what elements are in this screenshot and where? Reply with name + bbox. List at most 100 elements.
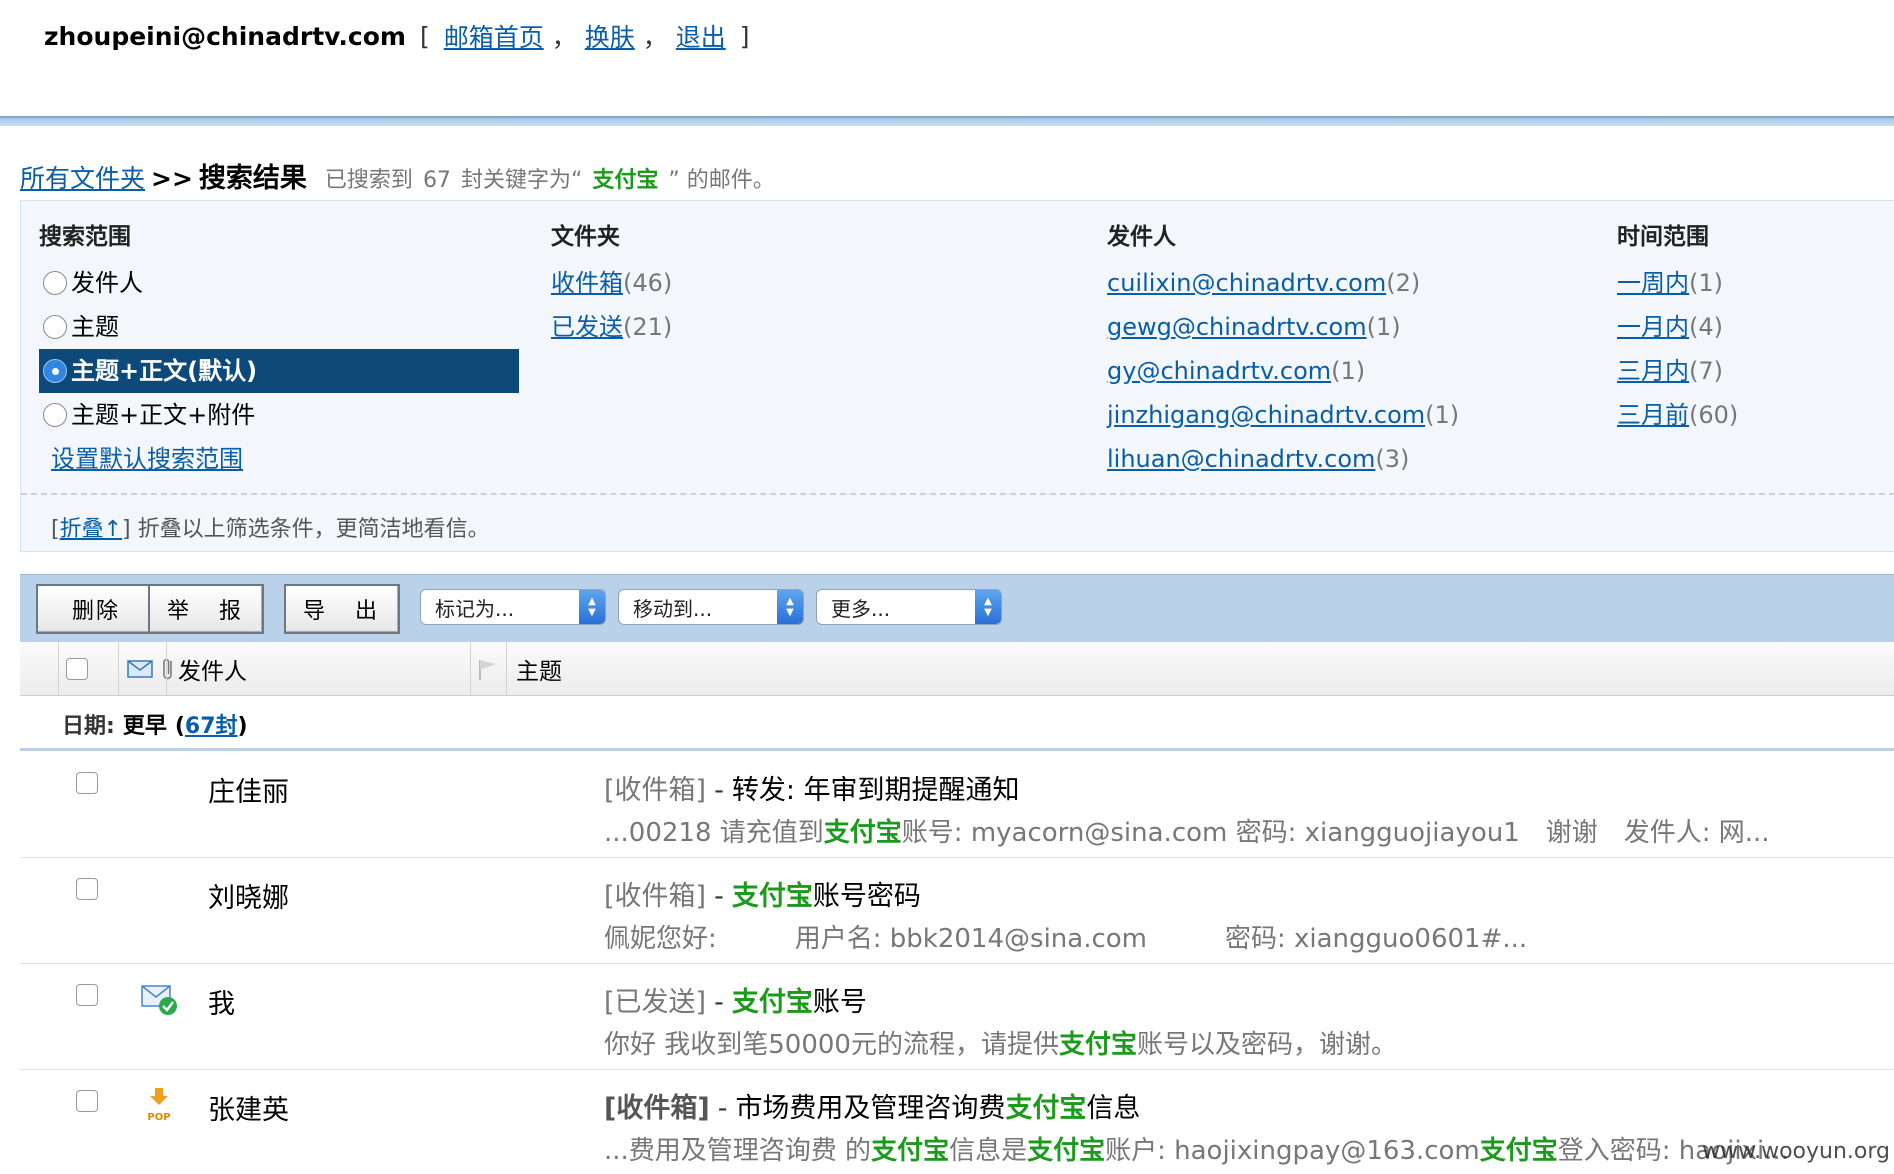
group-count-link[interactable]: 67封 (185, 714, 238, 739)
select-caret-icon: ▲ ▼ (579, 590, 605, 624)
radio-icon[interactable] (43, 403, 67, 427)
time-header: 时间范围 (1617, 224, 1709, 250)
subject-text: 转发: 年审到期提醒通知 (732, 775, 1020, 806)
report-button[interactable]: 举 报 (148, 584, 264, 634)
sender-link[interactable]: cuilixin@chinadrtv.com (1107, 269, 1386, 297)
time-link[interactable]: 三月前 (1617, 401, 1689, 429)
mail-folder-tag: [收件箱] (604, 1093, 710, 1124)
svg-text:POP: POP (147, 1112, 170, 1123)
mark-as-select[interactable]: 标记为... ▲ ▼ (420, 589, 606, 625)
keyword-highlight: 支付宝 (823, 818, 902, 848)
all-folders-link[interactable]: 所有文件夹 (20, 159, 145, 195)
radio-icon[interactable] (43, 271, 67, 295)
search-scope-column: 搜索范围 发件人 主题 主题+正文(默认) 主题+正文+附件 设置默认搜索范围 (39, 217, 519, 481)
date-group-header: 日期: 更早 (67封) (20, 700, 1894, 748)
mail-checkbox[interactable] (76, 772, 98, 794)
keyword-highlight: 支付宝 (731, 987, 813, 1018)
mail-home-link[interactable]: 邮箱首页 (444, 18, 544, 54)
subject-dash: - (714, 775, 724, 806)
mail-checkbox[interactable] (76, 878, 98, 900)
read-status-column[interactable] (126, 642, 176, 696)
sender-count: (2) (1386, 269, 1421, 297)
radio-icon[interactable] (43, 315, 67, 339)
set-default-scope-link[interactable]: 设置默认搜索范围 (51, 437, 243, 481)
sender-link[interactable]: jinzhigang@chinadrtv.com (1107, 401, 1425, 429)
mail-row[interactable]: 刘晓娜 [收件箱] - 支付宝账号密码 佩妮您好: 用户名: bbk2014@sin… (20, 858, 1894, 964)
keyword-highlight: 支付宝 (1027, 1136, 1106, 1166)
folder-item-inbox[interactable]: 收件箱(46) (551, 261, 672, 305)
mail-sender: 张建英 (208, 1095, 289, 1126)
fold-link[interactable]: 折叠↑ (60, 517, 122, 542)
fold-bracket-open: [ (51, 517, 60, 542)
result-count: 67 (422, 168, 451, 193)
mail-checkbox[interactable] (76, 984, 98, 1006)
sender-link[interactable]: lihuan@chinadrtv.com (1107, 445, 1375, 473)
mail-subject[interactable]: [收件箱] - 转发: 年审到期提醒通知 (604, 768, 1020, 807)
mail-subject[interactable]: [收件箱] - 支付宝账号密码 (604, 874, 921, 913)
mail-subject[interactable]: [已发送] - 支付宝账号 (604, 980, 867, 1019)
sender-column-header[interactable]: 发件人 (178, 642, 247, 696)
time-link[interactable]: 一周内 (1617, 269, 1689, 297)
time-filter-item[interactable]: 一周内(1) (1617, 261, 1738, 305)
scope-option-sender[interactable]: 发件人 (39, 261, 519, 305)
mail-subject[interactable]: [收件箱] - 市场费用及管理咨询费支付宝信息 (604, 1086, 1140, 1125)
export-button[interactable]: 导 出 (284, 584, 400, 634)
page-title: 搜索结果 (198, 163, 307, 194)
subject-text: 市场费用及管理咨询费支付宝信息 (735, 1093, 1140, 1124)
subject-segment: 转发: 年审到期提醒通知 (731, 775, 1020, 806)
logout-link[interactable]: 退出 (676, 18, 726, 54)
subject-segment: 账号密码 (812, 881, 921, 912)
sender-link[interactable]: gy@chinadrtv.com (1107, 357, 1331, 385)
folder-link[interactable]: 收件箱 (551, 269, 623, 297)
sender-link[interactable]: gewg@chinadrtv.com (1107, 313, 1367, 341)
radio-selected-icon[interactable] (43, 359, 67, 383)
sender-filter-item[interactable]: cuilixin@chinadrtv.com(2) (1107, 261, 1459, 305)
sender-filter-item[interactable]: jinzhigang@chinadrtv.com(1) (1107, 393, 1459, 437)
sender-count: (3) (1375, 445, 1410, 473)
keyword-highlight: 支付宝 (1479, 1136, 1558, 1166)
date-group-name: 更早 (122, 714, 167, 739)
time-filter-item[interactable]: 三月内(7) (1617, 349, 1738, 393)
time-link[interactable]: 一月内 (1617, 313, 1689, 341)
select-all-checkbox[interactable] (66, 658, 88, 680)
folder-link[interactable]: 已发送 (551, 313, 623, 341)
delete-button[interactable]: 删除 (36, 584, 156, 634)
flag-column[interactable] (474, 642, 500, 696)
sender-filter-item[interactable]: gy@chinadrtv.com(1) (1107, 349, 1459, 393)
mail-preview: ...费用及管理咨询费 的支付宝信息是支付宝账户: haojixingpay@1… (604, 1130, 1789, 1167)
folder-count: (46) (623, 269, 673, 297)
mail-sender: 刘晓娜 (208, 883, 289, 914)
time-count: (1) (1689, 269, 1723, 297)
search-keyword: 支付宝 (592, 168, 659, 193)
fold-hint: 折叠以上筛选条件，更简洁地看信。 (137, 517, 490, 542)
mail-checkbox[interactable] (76, 1090, 98, 1112)
mail-row[interactable]: 我 [已发送] - 支付宝账号 你好 我收到笔50000元的流程，请提供支付宝账号以… (20, 964, 1894, 1070)
subject-dash: - (714, 987, 724, 1018)
time-filter-item[interactable]: 一月内(4) (1617, 305, 1738, 349)
time-link[interactable]: 三月内 (1617, 357, 1689, 385)
scope-option-subject[interactable]: 主题 (39, 305, 519, 349)
mail-row[interactable]: POP 张建英 [收件箱] - 市场费用及管理咨询费支付宝信息 ...费用及管理咨询… (20, 1070, 1894, 1174)
mail-list-header: 发件人 主题 (20, 642, 1894, 696)
mail-row[interactable]: 庄佳丽 [收件箱] - 转发: 年审到期提醒通知 ...00218 请充值到支付宝账… (20, 752, 1894, 858)
move-to-select[interactable]: 移动到... ▲ ▼ (618, 589, 804, 625)
keyword-highlight: 支付宝 (1058, 1030, 1137, 1060)
scope-option-subject-body[interactable]: 主题+正文(默认) (39, 349, 519, 393)
preview-segment: 信息是 (949, 1136, 1028, 1166)
sender-filter-item[interactable]: gewg@chinadrtv.com(1) (1107, 305, 1459, 349)
folder-count: (21) (623, 313, 673, 341)
scope-option-subject-body-attachment[interactable]: 主题+正文+附件 (39, 393, 519, 437)
folder-item-sent[interactable]: 已发送(21) (551, 305, 672, 349)
subject-column-header[interactable]: 主题 (516, 642, 562, 696)
more-select[interactable]: 更多... ▲ ▼ (816, 589, 1002, 625)
sent-check-icon (141, 985, 177, 1015)
sender-filter-item[interactable]: lihuan@chinadrtv.com(3) (1107, 437, 1459, 481)
select-value: 移动到... (633, 596, 713, 621)
preview-segment: 账号以及密码，谢谢。 (1137, 1030, 1398, 1060)
subject-segment: 信息 (1086, 1093, 1141, 1124)
fold-bracket-close: ] (122, 517, 131, 542)
mail-folder-tag: [收件箱] (604, 881, 707, 912)
change-skin-link[interactable]: 换肤 (585, 18, 635, 54)
time-filter-item[interactable]: 三月前(60) (1617, 393, 1738, 437)
mail-sender: 我 (208, 989, 235, 1020)
